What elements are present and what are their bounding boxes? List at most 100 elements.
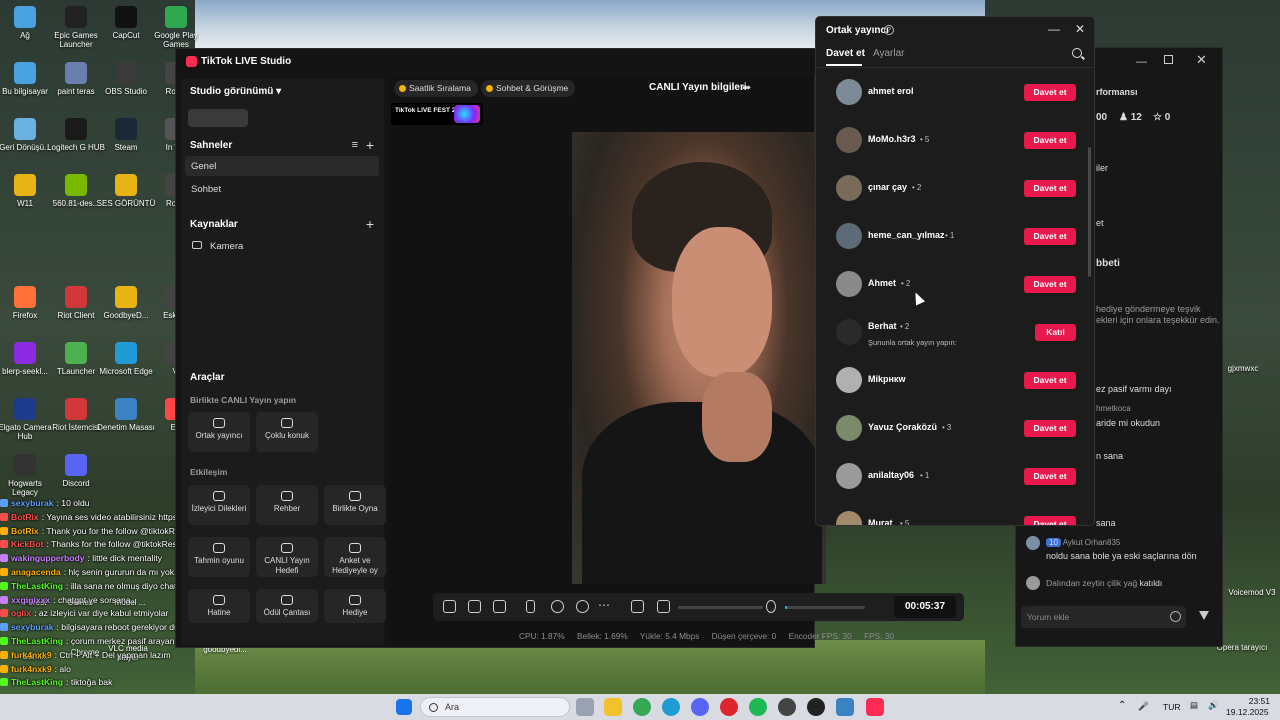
desktop-icon[interactable]: Discord <box>46 454 106 488</box>
chat-text: : 10 oldu <box>56 498 90 508</box>
join-button[interactable]: Katıl <box>1035 324 1076 341</box>
invite-button[interactable]: Davet et <box>1024 180 1076 197</box>
scenes-block: Studio görünümü ▾ Sahneler ≡ + Genel Soh… <box>181 79 384 369</box>
play-together-tool-button[interactable]: Birlikte Oyna <box>324 485 386 525</box>
minimize-icon[interactable]: — <box>1048 22 1060 36</box>
cohost-tool-button[interactable]: Ortak yayıncı <box>188 412 250 452</box>
microphone-tray-icon[interactable]: 🎤 <box>1138 701 1149 712</box>
capture-icon[interactable] <box>576 600 589 613</box>
scene-item[interactable]: Genel <box>185 156 379 176</box>
search-icon[interactable] <box>1072 48 1082 58</box>
share-icon[interactable]: ➦ <box>742 81 751 94</box>
spotify-icon[interactable] <box>749 698 767 716</box>
poll-tool-button[interactable]: Anket ve Hediyeyle oy <box>324 537 386 577</box>
gift-tool-button[interactable]: Hediye <box>324 589 386 623</box>
invite-button[interactable]: Davet et <box>1024 468 1076 485</box>
tab-invite[interactable]: Davet et <box>826 48 865 59</box>
desktop-icon[interactable]: Google Play Games <box>146 6 206 49</box>
taskbar: Ara ⌃ 🎤 TUR ▤ 🔊 23:51 19.12.2025 <box>0 694 1280 720</box>
follower-count: 3 <box>942 423 951 432</box>
taskbar-search[interactable]: Ara <box>420 697 570 717</box>
stream-controls-bar: ⋯ 00:05:37 <box>433 593 964 621</box>
close-icon[interactable]: ✕ <box>1075 22 1085 36</box>
clock-time[interactable]: 23:51 <box>1238 696 1270 706</box>
add-media-icon[interactable] <box>468 600 481 613</box>
mic-volume-slider[interactable] <box>785 606 865 609</box>
hourly-ranking-chip[interactable]: Saatlik Sıralama <box>394 80 478 97</box>
app-icon <box>165 6 187 28</box>
invite-button[interactable]: Davet et <box>1024 516 1076 525</box>
panel-item[interactable]: iler <box>1096 163 1108 173</box>
engagement-title: Etkileşim <box>190 467 228 477</box>
minimize-icon[interactable]: — <box>1136 56 1147 68</box>
invite-button[interactable]: Davet et <box>1024 372 1076 389</box>
file-explorer-icon[interactable] <box>604 698 622 716</box>
tab-settings[interactable]: Ayarlar <box>873 48 905 59</box>
panel-item[interactable]: et <box>1096 218 1104 228</box>
prediction-tool-button[interactable]: Tahmin oyunu <box>188 537 250 577</box>
app-icon <box>65 62 87 84</box>
comment-text: ez pasif varmı dayı <box>1096 384 1172 394</box>
task-view-icon[interactable] <box>576 698 594 716</box>
language-indicator[interactable]: TUR <box>1163 702 1180 712</box>
network-icon[interactable]: ▤ <box>1190 700 1198 711</box>
record-icon[interactable] <box>551 600 564 613</box>
volume-icon[interactable]: 🔊 <box>1208 700 1219 711</box>
scene-list-icon[interactable]: ≡ <box>352 139 358 151</box>
tray-chevron-icon[interactable]: ⌃ <box>1118 700 1126 711</box>
clock-date[interactable]: 19.12.2025 <box>1226 707 1269 717</box>
settings-icon[interactable] <box>778 698 796 716</box>
edge-icon[interactable] <box>662 698 680 716</box>
emoji-icon[interactable] <box>1170 611 1181 622</box>
add-scene-icon[interactable] <box>493 600 506 613</box>
add-source-button[interactable]: + <box>366 217 374 231</box>
help-icon[interactable]: ? <box>884 25 894 35</box>
live-goal-tool-button[interactable]: CANLI Yayın Hedefi <box>256 537 318 577</box>
live-fest-banner[interactable]: TikTok LIVE FEST 25 <box>391 103 483 125</box>
cohost-user-row: Murat 5 Davet et <box>836 509 1076 525</box>
tool-label: Ödül Çantası <box>263 608 311 617</box>
landscape-layout-button[interactable] <box>253 109 313 127</box>
multi-guest-tool-button[interactable]: Çoklu konuk <box>256 412 318 452</box>
invite-button[interactable]: Davet et <box>1024 132 1076 149</box>
add-scene-button[interactable]: + <box>366 138 374 152</box>
invite-button[interactable]: Davet et <box>1024 228 1076 245</box>
opera-icon[interactable] <box>720 698 738 716</box>
comment-input[interactable]: Yorum ekle <box>1021 606 1186 628</box>
filter-icon[interactable] <box>1199 611 1209 620</box>
tools-block: Araçlar Birlikte CANLI Yayın yapın Ortak… <box>181 365 386 645</box>
scene-item[interactable]: Sohbet <box>185 179 379 199</box>
close-icon[interactable]: ✕ <box>1196 52 1207 68</box>
invite-button[interactable]: Davet et <box>1024 276 1076 293</box>
live-info-title[interactable]: CANLI Yayın bilgileri <box>649 82 747 93</box>
guide-tool-button[interactable]: Rehber <box>256 485 318 525</box>
dual-layout-button[interactable] <box>318 109 378 127</box>
settings-sliders-icon[interactable] <box>631 600 644 613</box>
more-icon[interactable]: ⋯ <box>598 598 610 612</box>
platform-badge-icon <box>0 512 8 521</box>
invite-button[interactable]: Davet et <box>1024 84 1076 101</box>
hatine-tool-button[interactable]: Hatine <box>188 589 250 623</box>
microphone-icon[interactable] <box>766 600 776 613</box>
reward-bag-tool-button[interactable]: Ödül Çantası <box>256 589 318 623</box>
maximize-icon[interactable] <box>1164 55 1173 64</box>
speaker-muted-icon[interactable] <box>657 600 670 613</box>
viewer-wishes-tool-button[interactable]: İzleyici Dilekleri <box>188 485 250 525</box>
chat-call-chip[interactable]: Sohbet & Görüşme <box>481 80 576 97</box>
magic-wand-icon[interactable] <box>443 600 456 613</box>
windows-start-icon[interactable] <box>396 699 412 715</box>
portrait-icon[interactable] <box>526 600 535 613</box>
portrait-layout-button[interactable] <box>188 109 248 127</box>
desktop-icon-label[interactable]: Voicemod V3 <box>1222 588 1280 597</box>
notepad-icon[interactable] <box>836 698 854 716</box>
chrome-icon[interactable] <box>633 698 651 716</box>
invite-button[interactable]: Davet et <box>1024 420 1076 437</box>
source-item-camera[interactable]: Kamera <box>185 236 379 256</box>
studio-view-dropdown[interactable]: Studio görünümü ▾ <box>190 86 281 97</box>
tiktok-studio-icon[interactable] <box>866 698 884 716</box>
obs-icon[interactable] <box>807 698 825 716</box>
app-icon <box>115 342 137 364</box>
discord-icon[interactable] <box>691 698 709 716</box>
speaker-volume-slider[interactable] <box>678 606 763 609</box>
scrollbar[interactable] <box>1088 147 1091 277</box>
